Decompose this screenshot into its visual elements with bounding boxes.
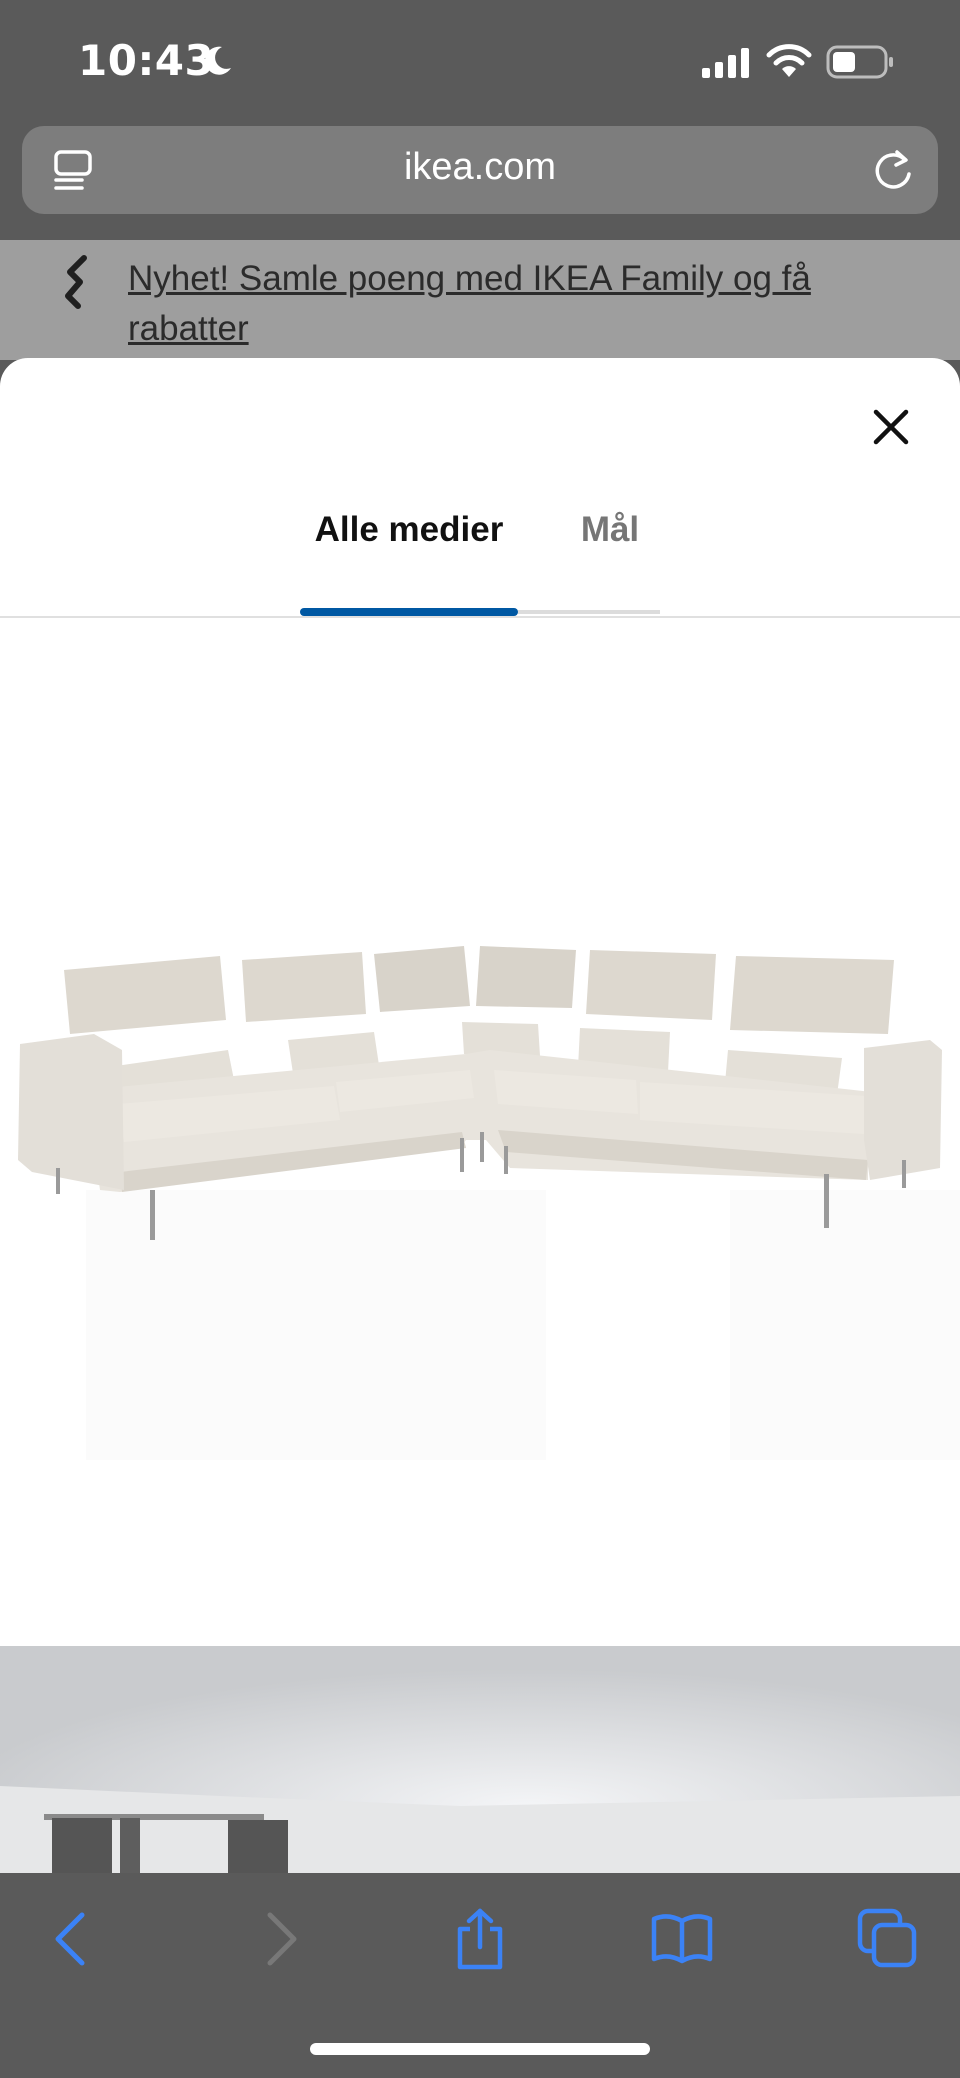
product-image-sofa[interactable]: [0, 620, 960, 1644]
promo-banner: Nyhet! Samle poeng med IKEA Family og få…: [0, 240, 960, 360]
promo-link[interactable]: Nyhet! Samle poeng med IKEA Family og få…: [128, 254, 888, 354]
reload-icon[interactable]: [870, 146, 916, 194]
tab-inactive-indicator: [518, 610, 660, 614]
browser-toolbar: [0, 1873, 960, 2078]
battery-icon: [826, 45, 893, 79]
room-image[interactable]: [0, 1646, 960, 1873]
status-time: 10:43: [78, 36, 215, 85]
tab-all-media[interactable]: Alle medier: [300, 508, 518, 618]
back-icon[interactable]: [40, 1907, 104, 1971]
bookmarks-icon[interactable]: [650, 1907, 714, 1971]
status-bar: 10:43: [0, 0, 960, 120]
address-url[interactable]: ikea.com: [22, 146, 938, 189]
tab-active-indicator: [300, 608, 518, 616]
forward-icon[interactable]: [248, 1907, 312, 1971]
media-modal: Alle medier Mål: [0, 358, 960, 1873]
tabs-icon[interactable]: [856, 1907, 920, 1971]
wifi-icon: [766, 44, 812, 77]
media-tabs: Alle medier Mål: [0, 508, 960, 618]
share-icon[interactable]: [448, 1907, 512, 1971]
close-icon[interactable]: [866, 402, 916, 452]
signal-icon: [702, 48, 749, 78]
moon-icon: [205, 46, 231, 75]
home-indicator: [310, 2043, 650, 2055]
address-bar[interactable]: ikea.com: [22, 126, 938, 214]
tab-dimensions[interactable]: Mål: [560, 508, 660, 618]
ikea-family-icon: [65, 255, 87, 309]
